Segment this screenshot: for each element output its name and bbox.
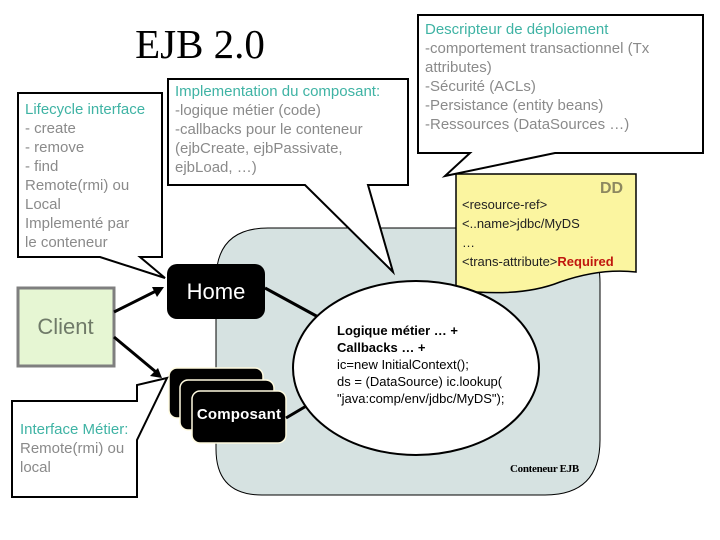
client-home-arrow (113, 288, 159, 314)
implementation-line: ejbLoad, …) (175, 159, 257, 176)
bean-logic-bold: Logique métier … + (337, 323, 458, 338)
bean-logic-text: Logique métier … + Callbacks … + ic=new … (337, 322, 504, 407)
implementation-line: -callbacks pour le conteneur (175, 121, 363, 138)
lifecycle-heading: Lifecycle interface (25, 101, 146, 118)
bean-logic-code: "java:comp/env/jdbc/MyDS"); (337, 391, 505, 406)
dd-line: <resource-ref> (462, 197, 548, 212)
component-label: Composant (196, 406, 282, 423)
bean-logic-code: ic=new InitialContext(); (337, 357, 469, 372)
dd-required-value: Required (557, 254, 614, 269)
client-component-arrow (113, 335, 157, 374)
dd-line: … (462, 235, 475, 250)
descriptor-line: -Ressources (DataSources …) (425, 116, 630, 133)
descriptor-callout-text: Descripteur de déploiement -comportement… (425, 20, 649, 134)
ejb-diagram: EJB 2.0 Lifecycle interface - create - r… (0, 0, 720, 540)
implementation-callout-text: Implementation du composant: -logique mé… (175, 82, 380, 177)
dd-document-text: <resource-ref> <..name>jdbc/MyDS … <tran… (462, 195, 614, 271)
lifecycle-line: Local (25, 196, 61, 213)
business-interface-line: local (20, 459, 51, 476)
bean-logic-code: ds = (DataSource) ic.lookup( (337, 374, 503, 389)
implementation-line: (ejbCreate, ejbPassivate, (175, 140, 343, 157)
descriptor-line: attributes) (425, 59, 492, 76)
lifecycle-line: le conteneur (25, 234, 108, 251)
lifecycle-callout-text: Lifecycle interface - create - remove - … (25, 100, 145, 252)
lifecycle-line: Remote(rmi) ou (25, 177, 130, 194)
bean-logic-bold: Callbacks … + (337, 340, 426, 355)
home-label: Home (186, 279, 246, 304)
dd-trans-attribute: <trans-attribute> (462, 254, 558, 269)
implementation-heading: Implementation du composant: (175, 83, 381, 100)
page-title: EJB 2.0 (135, 21, 265, 67)
business-interface-heading: Interface Métier: (20, 421, 129, 438)
descriptor-line: -comportement transactionnel (Tx (425, 40, 650, 57)
client-label: Client (37, 314, 94, 339)
lifecycle-line: - create (25, 120, 76, 137)
implementation-line: -logique métier (code) (175, 102, 321, 119)
lifecycle-line: - find (25, 158, 59, 175)
descriptor-heading: Descripteur de déploiement (425, 21, 609, 38)
lifecycle-line: - remove (25, 139, 85, 156)
dd-line: <..name>jdbc/MyDS (462, 216, 580, 231)
business-interface-line: Remote(rmi) ou (20, 440, 125, 457)
descriptor-line: -Sécurité (ACLs) (425, 78, 536, 95)
container-label: Conteneur EJB (510, 463, 579, 475)
business-interface-callout-text: Interface Métier: Remote(rmi) ou local (20, 420, 128, 477)
lifecycle-line: Implementé par (25, 215, 130, 232)
descriptor-line: -Persistance (entity beans) (425, 97, 604, 114)
